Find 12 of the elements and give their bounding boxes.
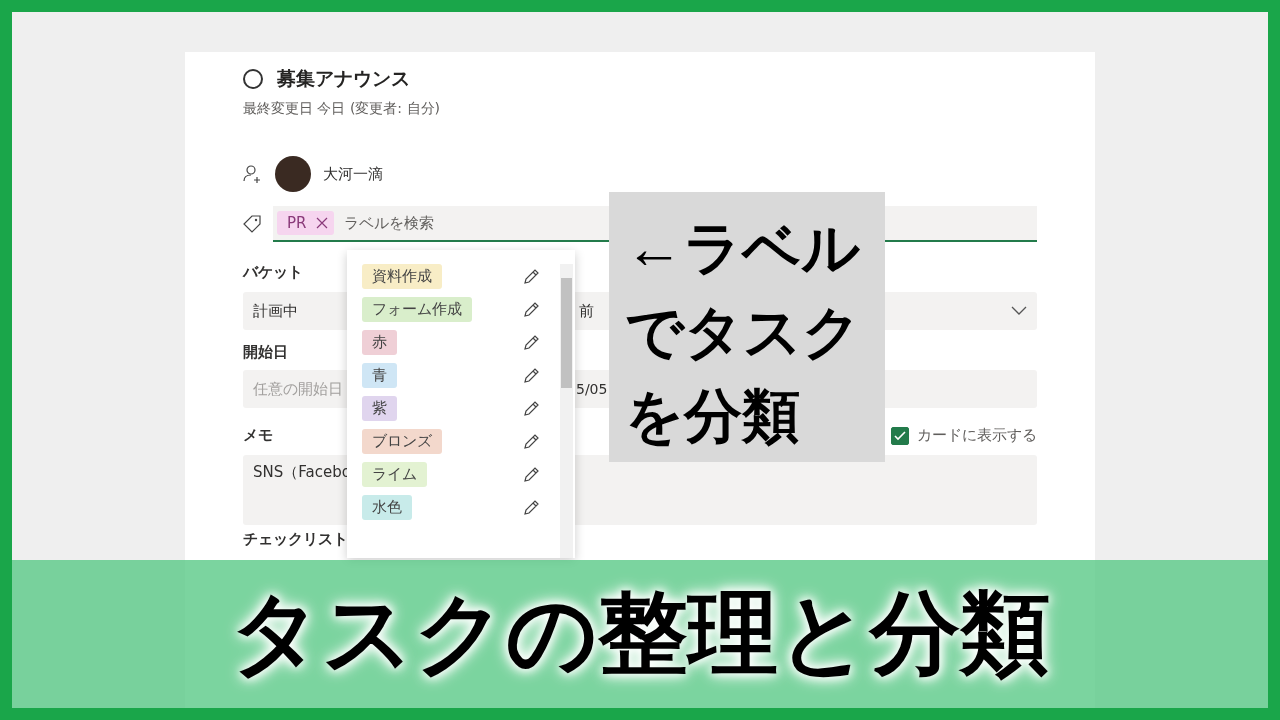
field-label: チェックリスト [243, 530, 348, 548]
callout-text: でタスク [625, 298, 862, 366]
field-label: 開始日 [243, 343, 288, 361]
checkbox-label: カードに表示する [917, 426, 1037, 445]
banner-title: タスクの整理と分類 [230, 582, 1050, 685]
assignee-name: 大河一滴 [323, 164, 383, 184]
callout-text: ←ラベル [625, 214, 861, 282]
callout-text: を分類 [625, 382, 801, 450]
task-title: 募集アナウンス [277, 66, 410, 91]
field-label: メモ [243, 426, 273, 445]
field-label: バケット [243, 263, 303, 281]
modified-text: 最終変更日 今日 (変更者: 自分) [243, 100, 441, 118]
